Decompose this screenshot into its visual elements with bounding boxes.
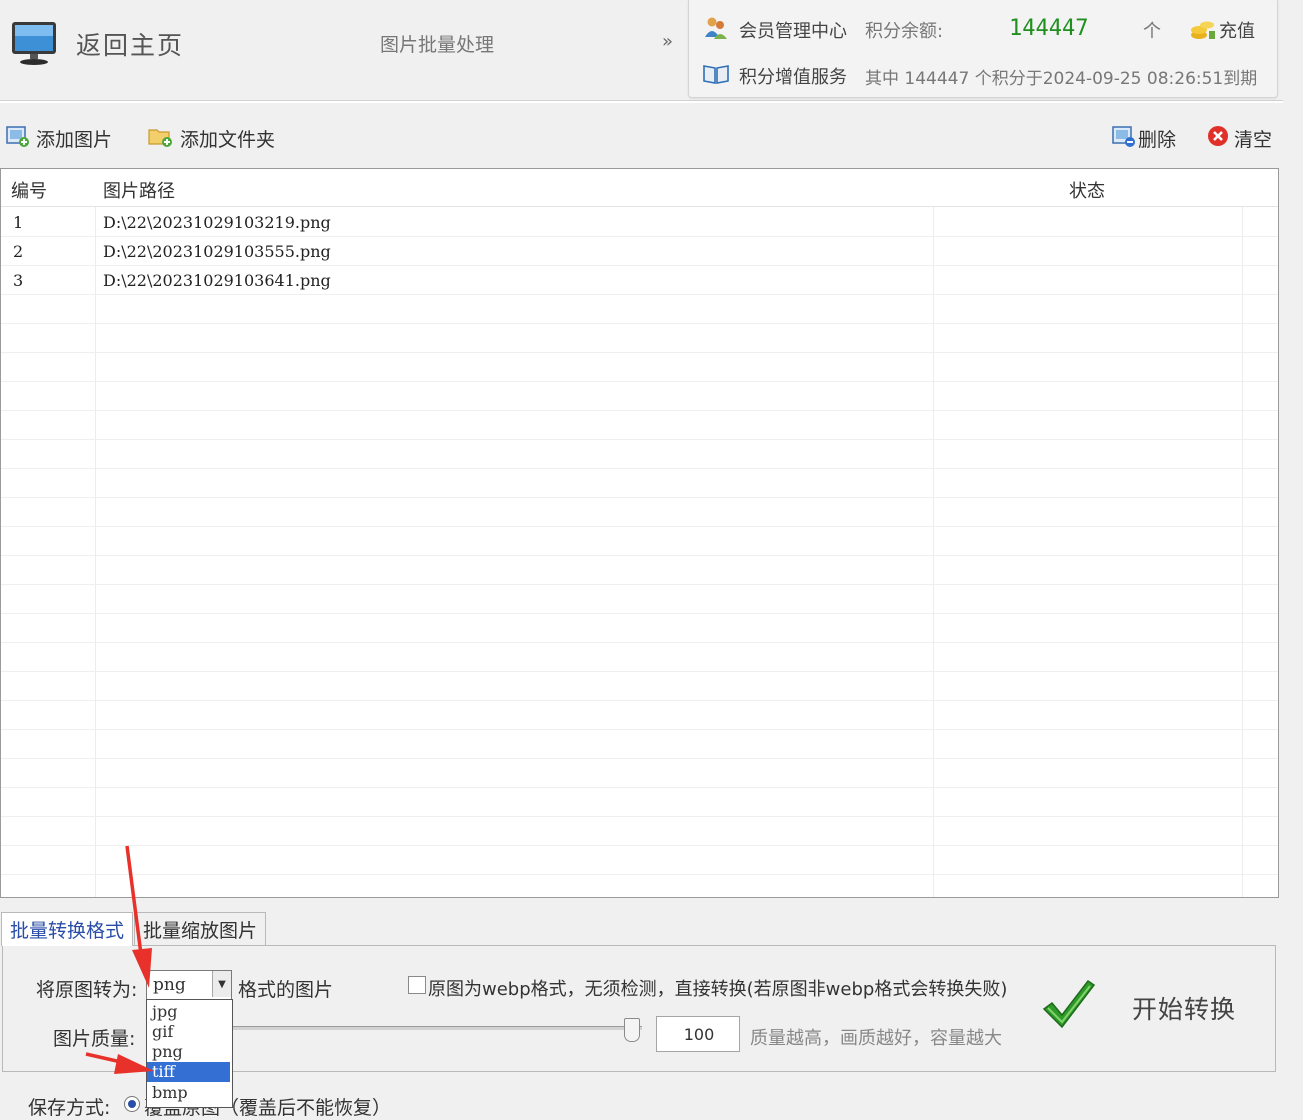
clear-button[interactable]: 清空 <box>1206 124 1272 152</box>
header-divider <box>0 100 1283 103</box>
format-option-tiff[interactable]: tiff <box>147 1062 230 1082</box>
expiry-text: 其中 144447 个积分于2024-09-25 08:26:51到期 <box>865 69 1258 89</box>
home-link[interactable]: 返回主页 <box>76 26 184 62</box>
empty-table-row <box>1 468 1278 498</box>
quality-input[interactable]: 100 <box>656 1016 740 1052</box>
row-path: D:\22\20231029103555.png <box>103 242 331 261</box>
format-dropdown-list[interactable]: jpg gif png tiff bmp <box>146 999 233 1108</box>
checkmark-icon <box>1040 979 1098 1037</box>
empty-table-row <box>1 874 1278 897</box>
save-overwrite-radio[interactable] <box>124 1096 140 1112</box>
tab-batch-convert[interactable]: 批量转换格式 <box>1 912 134 946</box>
empty-table-row <box>1 845 1278 875</box>
empty-table-row <box>1 381 1278 411</box>
empty-table-row <box>1 584 1278 614</box>
member-center-link[interactable]: 会员管理中心 <box>739 17 847 43</box>
table-header: 编号 图片路径 状态 <box>1 169 1278 207</box>
add-image-label: 添加图片 <box>36 128 113 151</box>
tab-batch-resize[interactable]: 批量缩放图片 <box>134 912 267 945</box>
empty-table-row <box>1 323 1278 353</box>
quality-slider-thumb[interactable] <box>624 1018 640 1042</box>
row-id: 1 <box>13 213 24 232</box>
chevron-down-icon[interactable]: ▼ <box>212 971 231 997</box>
column-header-status[interactable]: 状态 <box>1069 177 1105 203</box>
row-path: D:\22\20231029103641.png <box>103 271 331 290</box>
coins-icon <box>1189 15 1217 45</box>
monitor-icon[interactable] <box>10 20 60 66</box>
members-icon <box>703 15 729 45</box>
format-option-gif[interactable]: gif <box>147 1022 230 1042</box>
format-suffix: 格式的图片 <box>238 979 334 1001</box>
recharge-button[interactable]: 充值 <box>1189 15 1255 45</box>
convert-label: 将原图转为: <box>36 979 138 1001</box>
collapse-toggle[interactable]: » <box>662 31 673 52</box>
format-select[interactable]: png ▼ <box>146 970 232 1000</box>
quality-label: 图片质量: <box>53 1028 136 1050</box>
quality-input-value: 100 <box>683 1025 715 1044</box>
add-image-icon <box>6 124 30 153</box>
tab-strip: 批量转换格式 批量缩放图片 <box>0 912 1280 946</box>
column-header-id[interactable]: 编号 <box>11 177 47 203</box>
row-path: D:\22\20231029103219.png <box>103 213 331 232</box>
format-option-jpg[interactable]: jpg <box>147 1002 230 1022</box>
balance-value: 144447 <box>1009 16 1089 41</box>
format-select-value: png <box>153 975 186 995</box>
save-mode-label: 保存方式: <box>28 1097 111 1119</box>
balance-unit: 个 <box>1143 21 1161 42</box>
format-option-bmp[interactable]: bmp <box>147 1083 230 1103</box>
empty-table-row <box>1 352 1278 382</box>
table-row[interactable]: 1 D:\22\20231029103219.png <box>1 207 1278 237</box>
balance-label: 积分余额: <box>865 21 944 42</box>
empty-table-row <box>1 729 1278 759</box>
empty-table-row <box>1 526 1278 556</box>
quality-hint: 质量越高，画质越好，容量越大 <box>750 1028 1002 1049</box>
delete-button[interactable]: 删除 <box>1112 124 1176 152</box>
empty-table-row <box>1 700 1278 730</box>
add-image-button[interactable]: 添加图片 <box>6 124 112 152</box>
recharge-label: 充值 <box>1219 21 1255 42</box>
book-icon <box>703 63 729 89</box>
empty-table-row <box>1 613 1278 643</box>
empty-table-row <box>1 642 1278 672</box>
add-folder-label: 添加文件夹 <box>180 128 276 151</box>
member-panel: 会员管理中心 积分余额: 144447 个 充值 积分增值服务 其中 14444… <box>688 0 1278 98</box>
value-service-link[interactable]: 积分增值服务 <box>739 63 847 89</box>
empty-table-row <box>1 787 1278 817</box>
format-option-png[interactable]: png <box>147 1042 230 1062</box>
empty-table-row <box>1 497 1278 527</box>
row-id: 2 <box>13 242 24 261</box>
module-title: 图片批量处理 <box>380 34 495 56</box>
empty-table-row <box>1 555 1278 585</box>
column-header-path[interactable]: 图片路径 <box>103 177 175 203</box>
delete-icon <box>1112 124 1136 153</box>
add-folder-button[interactable]: 添加文件夹 <box>148 124 275 152</box>
clear-icon <box>1206 124 1230 153</box>
empty-table-row <box>1 671 1278 701</box>
file-table[interactable]: 编号 图片路径 状态 1 D:\22\20231029103219.png 2 … <box>0 168 1279 898</box>
empty-table-row <box>1 294 1278 324</box>
empty-table-row <box>1 758 1278 788</box>
delete-label: 删除 <box>1138 128 1177 151</box>
table-row[interactable]: 2 D:\22\20231029103555.png <box>1 236 1278 266</box>
empty-table-row <box>1 439 1278 469</box>
start-convert-label: 开始转换 <box>1132 995 1237 1024</box>
add-folder-icon <box>148 124 174 153</box>
toolbar: 添加图片 添加文件夹 删除 清空 <box>0 108 1283 166</box>
webp-checkbox-label[interactable]: 原图为webp格式，无须检测，直接转换(若原图非webp格式会转换失败) <box>428 975 1007 1001</box>
empty-table-row <box>1 816 1278 846</box>
table-row[interactable]: 3 D:\22\20231029103641.png <box>1 265 1278 295</box>
clear-label: 清空 <box>1234 128 1273 151</box>
quality-slider-track[interactable] <box>232 1026 642 1030</box>
webp-checkbox[interactable] <box>408 976 426 994</box>
row-id: 3 <box>13 271 24 290</box>
start-convert-button[interactable]: 开始转换 <box>1040 978 1250 1038</box>
empty-table-row <box>1 410 1278 440</box>
